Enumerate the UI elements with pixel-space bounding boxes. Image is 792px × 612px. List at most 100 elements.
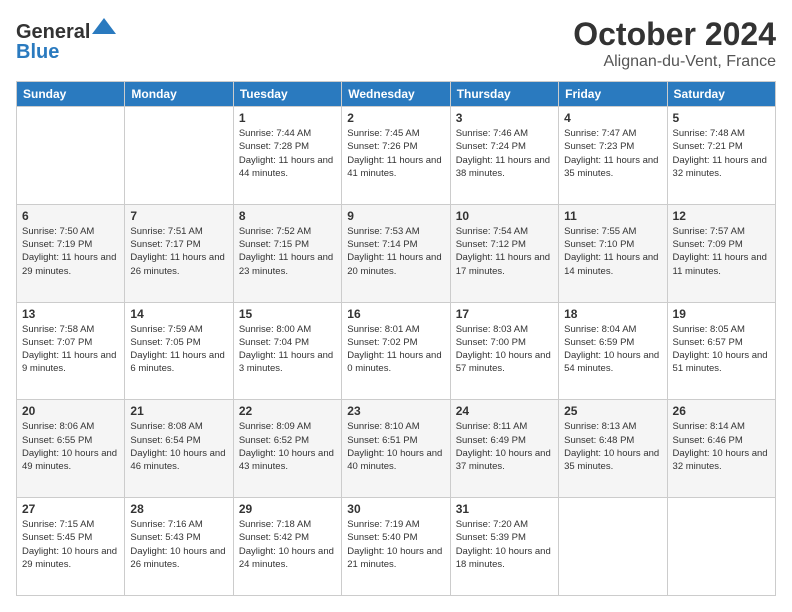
day-info: Sunrise: 8:03 AM Sunset: 7:00 PM Dayligh…: [456, 323, 553, 376]
sunrise-text: Sunrise: 7:50 AM: [22, 225, 119, 238]
sunset-text: Sunset: 6:52 PM: [239, 434, 336, 447]
table-row: 1 Sunrise: 7:44 AM Sunset: 7:28 PM Dayli…: [233, 107, 341, 205]
sunset-text: Sunset: 7:12 PM: [456, 238, 553, 251]
day-number: 1: [239, 111, 336, 125]
sunset-text: Sunset: 7:00 PM: [456, 336, 553, 349]
table-row: [125, 107, 233, 205]
day-info: Sunrise: 7:54 AM Sunset: 7:12 PM Dayligh…: [456, 225, 553, 278]
day-info: Sunrise: 8:01 AM Sunset: 7:02 PM Dayligh…: [347, 323, 444, 376]
sunrise-text: Sunrise: 7:19 AM: [347, 518, 444, 531]
sunset-text: Sunset: 6:49 PM: [456, 434, 553, 447]
day-number: 7: [130, 209, 227, 223]
sunrise-text: Sunrise: 7:45 AM: [347, 127, 444, 140]
day-number: 27: [22, 502, 119, 516]
day-number: 30: [347, 502, 444, 516]
sunrise-text: Sunrise: 7:54 AM: [456, 225, 553, 238]
sunrise-text: Sunrise: 8:01 AM: [347, 323, 444, 336]
day-info: Sunrise: 7:53 AM Sunset: 7:14 PM Dayligh…: [347, 225, 444, 278]
sunrise-text: Sunrise: 7:58 AM: [22, 323, 119, 336]
day-info: Sunrise: 8:08 AM Sunset: 6:54 PM Dayligh…: [130, 420, 227, 473]
day-number: 18: [564, 307, 661, 321]
daylight-text: Daylight: 11 hours and 20 minutes.: [347, 251, 444, 278]
sunset-text: Sunset: 7:10 PM: [564, 238, 661, 251]
daylight-text: Daylight: 11 hours and 14 minutes.: [564, 251, 661, 278]
location-title: Alignan-du-Vent, France: [573, 53, 776, 71]
table-row: 18 Sunrise: 8:04 AM Sunset: 6:59 PM Dayl…: [559, 302, 667, 400]
sunrise-text: Sunrise: 7:51 AM: [130, 225, 227, 238]
sunset-text: Sunset: 7:26 PM: [347, 140, 444, 153]
header-thursday: Thursday: [450, 82, 558, 107]
daylight-text: Daylight: 10 hours and 49 minutes.: [22, 447, 119, 474]
table-row: 15 Sunrise: 8:00 AM Sunset: 7:04 PM Dayl…: [233, 302, 341, 400]
day-number: 23: [347, 404, 444, 418]
header-sunday: Sunday: [17, 82, 125, 107]
table-row: 7 Sunrise: 7:51 AM Sunset: 7:17 PM Dayli…: [125, 204, 233, 302]
sunset-text: Sunset: 7:07 PM: [22, 336, 119, 349]
table-row: 26 Sunrise: 8:14 AM Sunset: 6:46 PM Dayl…: [667, 400, 775, 498]
day-info: Sunrise: 7:16 AM Sunset: 5:43 PM Dayligh…: [130, 518, 227, 571]
sunset-text: Sunset: 5:42 PM: [239, 531, 336, 544]
sunrise-text: Sunrise: 8:06 AM: [22, 420, 119, 433]
header-saturday: Saturday: [667, 82, 775, 107]
daylight-text: Daylight: 10 hours and 24 minutes.: [239, 545, 336, 572]
table-row: 4 Sunrise: 7:47 AM Sunset: 7:23 PM Dayli…: [559, 107, 667, 205]
sunrise-text: Sunrise: 7:53 AM: [347, 225, 444, 238]
logo-icon: [90, 16, 118, 38]
day-info: Sunrise: 8:00 AM Sunset: 7:04 PM Dayligh…: [239, 323, 336, 376]
sunrise-text: Sunrise: 7:20 AM: [456, 518, 553, 531]
title-block: October 2024 Alignan-du-Vent, France: [573, 16, 776, 71]
sunset-text: Sunset: 6:57 PM: [673, 336, 770, 349]
daylight-text: Daylight: 11 hours and 6 minutes.: [130, 349, 227, 376]
sunset-text: Sunset: 5:43 PM: [130, 531, 227, 544]
day-number: 8: [239, 209, 336, 223]
sunrise-text: Sunrise: 8:04 AM: [564, 323, 661, 336]
logo-blue: Blue: [16, 41, 118, 63]
calendar-table: Sunday Monday Tuesday Wednesday Thursday…: [16, 81, 776, 596]
day-info: Sunrise: 8:10 AM Sunset: 6:51 PM Dayligh…: [347, 420, 444, 473]
week-row-5: 27 Sunrise: 7:15 AM Sunset: 5:45 PM Dayl…: [17, 498, 776, 596]
day-info: Sunrise: 7:19 AM Sunset: 5:40 PM Dayligh…: [347, 518, 444, 571]
sunrise-text: Sunrise: 8:05 AM: [673, 323, 770, 336]
day-info: Sunrise: 7:46 AM Sunset: 7:24 PM Dayligh…: [456, 127, 553, 180]
table-row: 14 Sunrise: 7:59 AM Sunset: 7:05 PM Dayl…: [125, 302, 233, 400]
day-info: Sunrise: 7:59 AM Sunset: 7:05 PM Dayligh…: [130, 323, 227, 376]
sunrise-text: Sunrise: 8:09 AM: [239, 420, 336, 433]
day-info: Sunrise: 7:51 AM Sunset: 7:17 PM Dayligh…: [130, 225, 227, 278]
table-row: 30 Sunrise: 7:19 AM Sunset: 5:40 PM Dayl…: [342, 498, 450, 596]
day-info: Sunrise: 7:44 AM Sunset: 7:28 PM Dayligh…: [239, 127, 336, 180]
day-number: 15: [239, 307, 336, 321]
daylight-text: Daylight: 11 hours and 26 minutes.: [130, 251, 227, 278]
day-number: 21: [130, 404, 227, 418]
table-row: 28 Sunrise: 7:16 AM Sunset: 5:43 PM Dayl…: [125, 498, 233, 596]
week-row-4: 20 Sunrise: 8:06 AM Sunset: 6:55 PM Dayl…: [17, 400, 776, 498]
table-row: 19 Sunrise: 8:05 AM Sunset: 6:57 PM Dayl…: [667, 302, 775, 400]
day-number: 17: [456, 307, 553, 321]
daylight-text: Daylight: 10 hours and 37 minutes.: [456, 447, 553, 474]
table-row: 11 Sunrise: 7:55 AM Sunset: 7:10 PM Dayl…: [559, 204, 667, 302]
daylight-text: Daylight: 11 hours and 17 minutes.: [456, 251, 553, 278]
sunrise-text: Sunrise: 7:57 AM: [673, 225, 770, 238]
day-info: Sunrise: 7:55 AM Sunset: 7:10 PM Dayligh…: [564, 225, 661, 278]
table-row: 16 Sunrise: 8:01 AM Sunset: 7:02 PM Dayl…: [342, 302, 450, 400]
day-info: Sunrise: 7:47 AM Sunset: 7:23 PM Dayligh…: [564, 127, 661, 180]
table-row: 21 Sunrise: 8:08 AM Sunset: 6:54 PM Dayl…: [125, 400, 233, 498]
sunset-text: Sunset: 7:04 PM: [239, 336, 336, 349]
month-title: October 2024: [573, 16, 776, 53]
day-number: 24: [456, 404, 553, 418]
sunset-text: Sunset: 5:40 PM: [347, 531, 444, 544]
day-number: 9: [347, 209, 444, 223]
sunset-text: Sunset: 7:21 PM: [673, 140, 770, 153]
sunset-text: Sunset: 6:46 PM: [673, 434, 770, 447]
sunset-text: Sunset: 7:24 PM: [456, 140, 553, 153]
daylight-text: Daylight: 10 hours and 54 minutes.: [564, 349, 661, 376]
page: General Blue October 2024 Alignan-du-Ven…: [0, 0, 792, 612]
sunrise-text: Sunrise: 7:16 AM: [130, 518, 227, 531]
sunrise-text: Sunrise: 8:14 AM: [673, 420, 770, 433]
day-number: 14: [130, 307, 227, 321]
daylight-text: Daylight: 11 hours and 41 minutes.: [347, 154, 444, 181]
table-row: 29 Sunrise: 7:18 AM Sunset: 5:42 PM Dayl…: [233, 498, 341, 596]
daylight-text: Daylight: 10 hours and 29 minutes.: [22, 545, 119, 572]
day-number: 20: [22, 404, 119, 418]
logo-general: General: [16, 21, 90, 43]
logo: General Blue: [16, 16, 118, 63]
